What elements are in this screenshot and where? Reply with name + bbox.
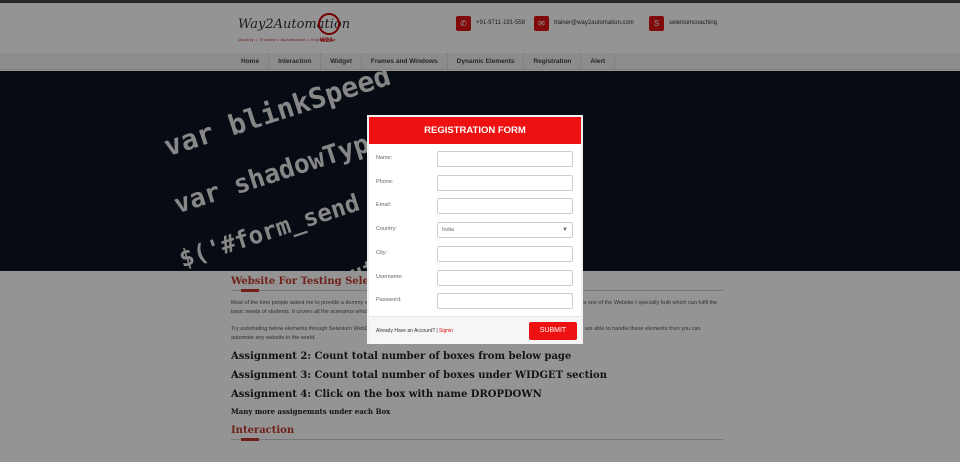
password-input[interactable] <box>437 293 573 309</box>
email-row: Email: <box>376 198 576 216</box>
name-input[interactable] <box>437 151 573 167</box>
signin-link[interactable]: Signin <box>439 328 453 334</box>
password-row: Password: <box>376 293 576 311</box>
submit-button[interactable]: SUBMIT <box>529 322 577 340</box>
password-label: Password: <box>376 297 402 303</box>
city-row: City: <box>376 246 576 264</box>
email-label: Email: <box>376 202 392 208</box>
phone-input[interactable] <box>437 175 573 191</box>
registration-modal: REGISTRATION FORM Name: Phone: Email: Co… <box>367 115 583 344</box>
country-label: Country: <box>376 226 397 232</box>
name-label: Name: <box>376 155 393 161</box>
username-input[interactable] <box>437 270 573 286</box>
phone-label: Phone: <box>376 179 394 185</box>
modal-footer: Already Have an Account? | Signin SUBMIT <box>369 316 581 344</box>
modal-title: REGISTRATION FORM <box>369 117 581 144</box>
chevron-down-icon: ▼ <box>562 227 568 233</box>
username-label: Username: <box>376 274 403 280</box>
country-select[interactable]: India ▼ <box>437 222 573 238</box>
city-input[interactable] <box>437 246 573 262</box>
phone-row: Phone: <box>376 175 576 193</box>
country-row: Country: India ▼ <box>376 222 576 240</box>
username-row: Username: <box>376 270 576 288</box>
name-row: Name: <box>376 151 576 169</box>
country-value: India <box>442 227 454 233</box>
signin-prompt: Already Have an Account? | Signin <box>376 328 453 334</box>
city-label: City: <box>376 250 387 256</box>
signin-prefix: Already Have an Account? <box>376 328 435 334</box>
email-input[interactable] <box>437 198 573 214</box>
